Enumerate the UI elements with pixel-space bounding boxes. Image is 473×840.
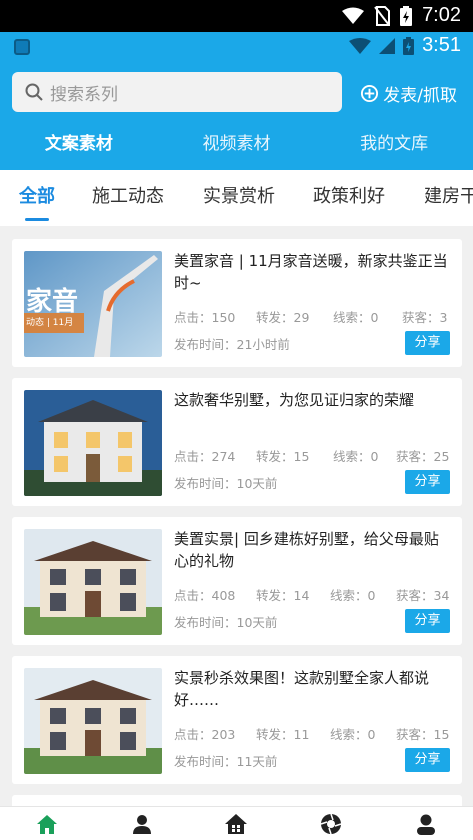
house-icon bbox=[225, 813, 248, 834]
share-button[interactable]: 分享 bbox=[405, 609, 450, 633]
stat-customers: 获客：3 bbox=[402, 310, 448, 325]
add-circle-icon bbox=[361, 84, 379, 103]
stat-customers: 获客：34 bbox=[396, 588, 450, 603]
no-sim-icon bbox=[374, 5, 391, 26]
article-stats: 点击：150 转发：29 线索：0 获客：3 bbox=[174, 307, 450, 327]
notification-icon bbox=[14, 39, 30, 55]
category-policy[interactable]: 政策利好 bbox=[313, 182, 385, 208]
category-building[interactable]: 建房干 bbox=[424, 182, 473, 208]
category-bar: 全部 施工动态 实景赏析 政策利好 建房干 bbox=[0, 170, 473, 226]
search-placeholder: 搜索系列 bbox=[50, 84, 118, 105]
tab-video[interactable]: 视频素材 bbox=[158, 130, 316, 166]
stat-leads: 线索：0 bbox=[330, 727, 376, 742]
article-card[interactable] bbox=[12, 795, 462, 806]
wifi-icon bbox=[349, 37, 372, 54]
article-stats: 点击：274 转发：15 线索：0 获客：25 bbox=[174, 446, 450, 466]
stat-leads: 线索：0 bbox=[333, 449, 379, 464]
article-card[interactable]: 家音 动态 | 11月 美置家音 | 11月家音送暖，新家共鉴正当时~ 点击：1… bbox=[12, 239, 462, 367]
stat-leads: 线索：0 bbox=[333, 310, 379, 325]
category-realscene[interactable]: 实景赏析 bbox=[203, 182, 275, 208]
stat-shares: 转发：15 bbox=[256, 449, 310, 464]
publish-time: 发布时间：21小时前 bbox=[174, 337, 290, 352]
article-card[interactable]: 这款奢华别墅，为您见证归家的荣耀 点击：274 转发：15 线索：0 获客：25… bbox=[12, 378, 462, 506]
tab-library[interactable]: 我的文库 bbox=[315, 130, 473, 166]
app-status-bar: 3:51 bbox=[0, 32, 473, 62]
share-button[interactable]: 分享 bbox=[405, 748, 450, 772]
publish-label: 发表/抓取 bbox=[383, 86, 457, 106]
active-category-indicator bbox=[25, 218, 49, 221]
header: 搜索系列 发表/抓取 文案素材 视频素材 我的文库 bbox=[0, 62, 473, 170]
stat-views: 点击：150 bbox=[174, 310, 236, 325]
category-all[interactable]: 全部 bbox=[19, 182, 55, 208]
system-status-bar: 7:02 bbox=[0, 0, 473, 32]
stat-customers: 获客：15 bbox=[396, 727, 450, 742]
wifi-icon bbox=[342, 7, 365, 24]
stat-customers: 获客：25 bbox=[396, 449, 450, 464]
app-time: 3:51 bbox=[422, 34, 461, 56]
publish-button[interactable]: 发表/抓取 bbox=[360, 81, 457, 106]
article-stats: 点击：408 转发：14 线索：0 获客：34 bbox=[174, 585, 450, 605]
stat-shares: 转发：11 bbox=[256, 727, 310, 742]
battery-charging-icon bbox=[400, 5, 413, 26]
stat-shares: 转发：29 bbox=[256, 310, 310, 325]
profile-icon bbox=[416, 814, 435, 835]
article-thumbnail bbox=[24, 668, 162, 774]
stat-views: 点击：203 bbox=[174, 727, 236, 742]
article-card[interactable]: 实景秒杀效果图！这款别墅全家人都说好…… 点击：203 转发：11 线索：0 获… bbox=[12, 656, 462, 784]
publish-time: 发布时间：10天前 bbox=[174, 476, 278, 491]
nav-profile[interactable] bbox=[378, 807, 473, 840]
article-stats: 点击：203 转发：11 线索：0 获客：15 bbox=[174, 724, 450, 744]
article-list: 家音 动态 | 11月 美置家音 | 11月家音送暖，新家共鉴正当时~ 点击：1… bbox=[0, 226, 473, 806]
article-title[interactable]: 这款奢华别墅，为您见证归家的荣耀 bbox=[174, 389, 450, 411]
share-button[interactable]: 分享 bbox=[405, 331, 450, 355]
article-thumbnail: 家音 动态 | 11月 bbox=[24, 251, 162, 357]
search-input[interactable]: 搜索系列 bbox=[12, 72, 342, 112]
article-thumbnail bbox=[24, 390, 162, 496]
tab-copywriting[interactable]: 文案素材 bbox=[0, 130, 158, 166]
stat-views: 点击：408 bbox=[174, 588, 236, 603]
thumbnail-subtitle: 动态 | 11月 bbox=[26, 318, 74, 328]
person-icon bbox=[132, 814, 151, 834]
signal-icon bbox=[379, 37, 396, 54]
category-construction[interactable]: 施工动态 bbox=[92, 182, 164, 208]
nav-discover[interactable] bbox=[284, 807, 379, 840]
article-title[interactable]: 实景秒杀效果图！这款别墅全家人都说好…… bbox=[174, 667, 450, 711]
aperture-icon bbox=[320, 813, 342, 834]
nav-house[interactable] bbox=[189, 807, 284, 840]
article-title[interactable]: 美置家音 | 11月家音送暖，新家共鉴正当时~ bbox=[174, 250, 450, 294]
bottom-nav bbox=[0, 806, 473, 840]
system-time: 7:02 bbox=[422, 4, 461, 26]
material-tabs: 文案素材 视频素材 我的文库 bbox=[0, 130, 473, 166]
stat-shares: 转发：14 bbox=[256, 588, 310, 603]
nav-home[interactable] bbox=[0, 807, 95, 840]
stat-views: 点击：274 bbox=[174, 449, 236, 464]
article-thumbnail bbox=[24, 529, 162, 635]
publish-time: 发布时间：11天前 bbox=[174, 754, 278, 769]
search-icon bbox=[25, 83, 43, 101]
thumbnail-headline: 家音 bbox=[26, 287, 79, 317]
publish-time: 发布时间：10天前 bbox=[174, 615, 278, 630]
stat-leads: 线索：0 bbox=[330, 588, 376, 603]
article-card[interactable]: 美置实景| 回乡建栋好别墅，给父母最贴心的礼物 点击：408 转发：14 线索：… bbox=[12, 517, 462, 645]
battery-icon bbox=[403, 36, 415, 55]
home-icon bbox=[37, 814, 58, 834]
nav-contacts[interactable] bbox=[95, 807, 190, 840]
article-title[interactable]: 美置实景| 回乡建栋好别墅，给父母最贴心的礼物 bbox=[174, 528, 450, 572]
share-button[interactable]: 分享 bbox=[405, 470, 450, 494]
